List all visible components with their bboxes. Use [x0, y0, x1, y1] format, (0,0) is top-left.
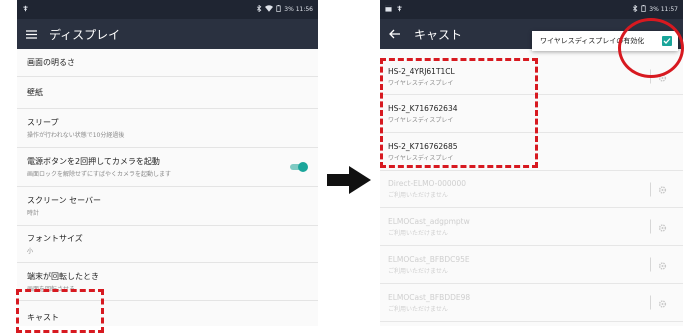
device-status: ご利用いただけません [388, 229, 448, 237]
device-status: ご利用いただけません [388, 267, 448, 275]
setting-brightness[interactable]: 画面の明るさ [17, 49, 318, 77]
back-arrow-icon[interactable] [380, 19, 408, 49]
notification-icon [385, 5, 392, 14]
setting-title: スリープ [27, 118, 59, 127]
gear-icon [658, 180, 667, 199]
device-row: ELMOCast_BFBDDE98 ご利用いただけません [380, 284, 683, 322]
status-time: 3% 11:56 [284, 6, 313, 13]
device-settings [650, 217, 667, 236]
setting-title: 端末が回転したとき [27, 271, 99, 281]
setting-wallpaper[interactable]: 壁紙 [17, 77, 318, 109]
device-row: ELMOCast_BFBDC95E ご利用いただけません [380, 246, 683, 284]
cast-highlight-box [16, 289, 104, 333]
setting-title: スクリーン セーバー [27, 196, 102, 205]
page-title: ディスプレイ [49, 27, 121, 42]
menu-icon[interactable] [17, 19, 45, 49]
status-bar: 3% 11:56 [17, 0, 318, 19]
device-name: Direct-ELMO-000000 [388, 179, 466, 188]
setting-font-size[interactable]: フォントサイズ 小 [17, 226, 318, 263]
page-title: キャスト [414, 27, 463, 42]
device-status: ご利用いただけません [388, 305, 448, 313]
setting-subtitle: 画面ロックを解除せずにすばやくカメラを起動します [27, 171, 172, 178]
camera-toggle-switch[interactable] [290, 162, 308, 172]
battery-icon [276, 5, 281, 14]
arrow-right-icon [327, 166, 371, 198]
device-row: Direct-ELMO-000000 ご利用いただけません [380, 171, 683, 208]
bluetooth-icon [632, 4, 638, 14]
battery-icon [641, 5, 646, 14]
device-name: ELMOCast_BFBDC95E [388, 254, 470, 264]
device-name: ELMOCast_BFBDDE98 [388, 292, 471, 302]
setting-title: フォントサイズ [27, 234, 83, 243]
gear-icon [658, 293, 667, 312]
gear-icon [658, 255, 667, 274]
setting-double-press-camera[interactable]: 電源ボタンを2回押してカメラを起動 画面ロックを解除せずにすばやくカメラを起動し… [17, 148, 318, 187]
device-status: ご利用いただけません [388, 192, 448, 199]
setting-subtitle: 小 [27, 248, 34, 255]
device-settings [650, 293, 667, 312]
setting-title: 画面の明るさ [27, 58, 75, 67]
setting-screen-saver[interactable]: スクリーン セーバー 時計 [17, 187, 318, 226]
device-name: ELMOCast_adgpmptw [388, 216, 470, 226]
setting-subtitle: 操作が行われない状態で10分経過後 [27, 132, 125, 139]
android-debug-icon [396, 5, 403, 14]
app-bar: ディスプレイ [17, 19, 318, 49]
setting-title: 壁紙 [27, 88, 43, 97]
setting-subtitle: 時計 [27, 210, 40, 217]
status-bar: 3% 11:57 [380, 0, 683, 19]
checkbox-highlight-circle [618, 18, 684, 78]
device-list-highlight-box [380, 58, 538, 168]
setting-title: 電源ボタンを2回押してカメラを起動 [27, 157, 160, 166]
display-settings-screen: 3% 11:56 ディスプレイ 画面の明るさ 壁紙 スリープ 操作が行われない状… [17, 0, 318, 326]
status-time: 3% 11:57 [649, 6, 678, 13]
gear-icon [658, 217, 667, 236]
device-row: ELMOCast_adgpmptw ご利用いただけません [380, 208, 683, 246]
setting-sleep[interactable]: スリープ 操作が行われない状態で10分経過後 [17, 109, 318, 148]
wifi-icon [265, 5, 274, 14]
device-settings [650, 255, 667, 274]
bluetooth-icon [256, 4, 262, 14]
android-debug-icon [22, 5, 29, 14]
device-settings [650, 180, 667, 199]
